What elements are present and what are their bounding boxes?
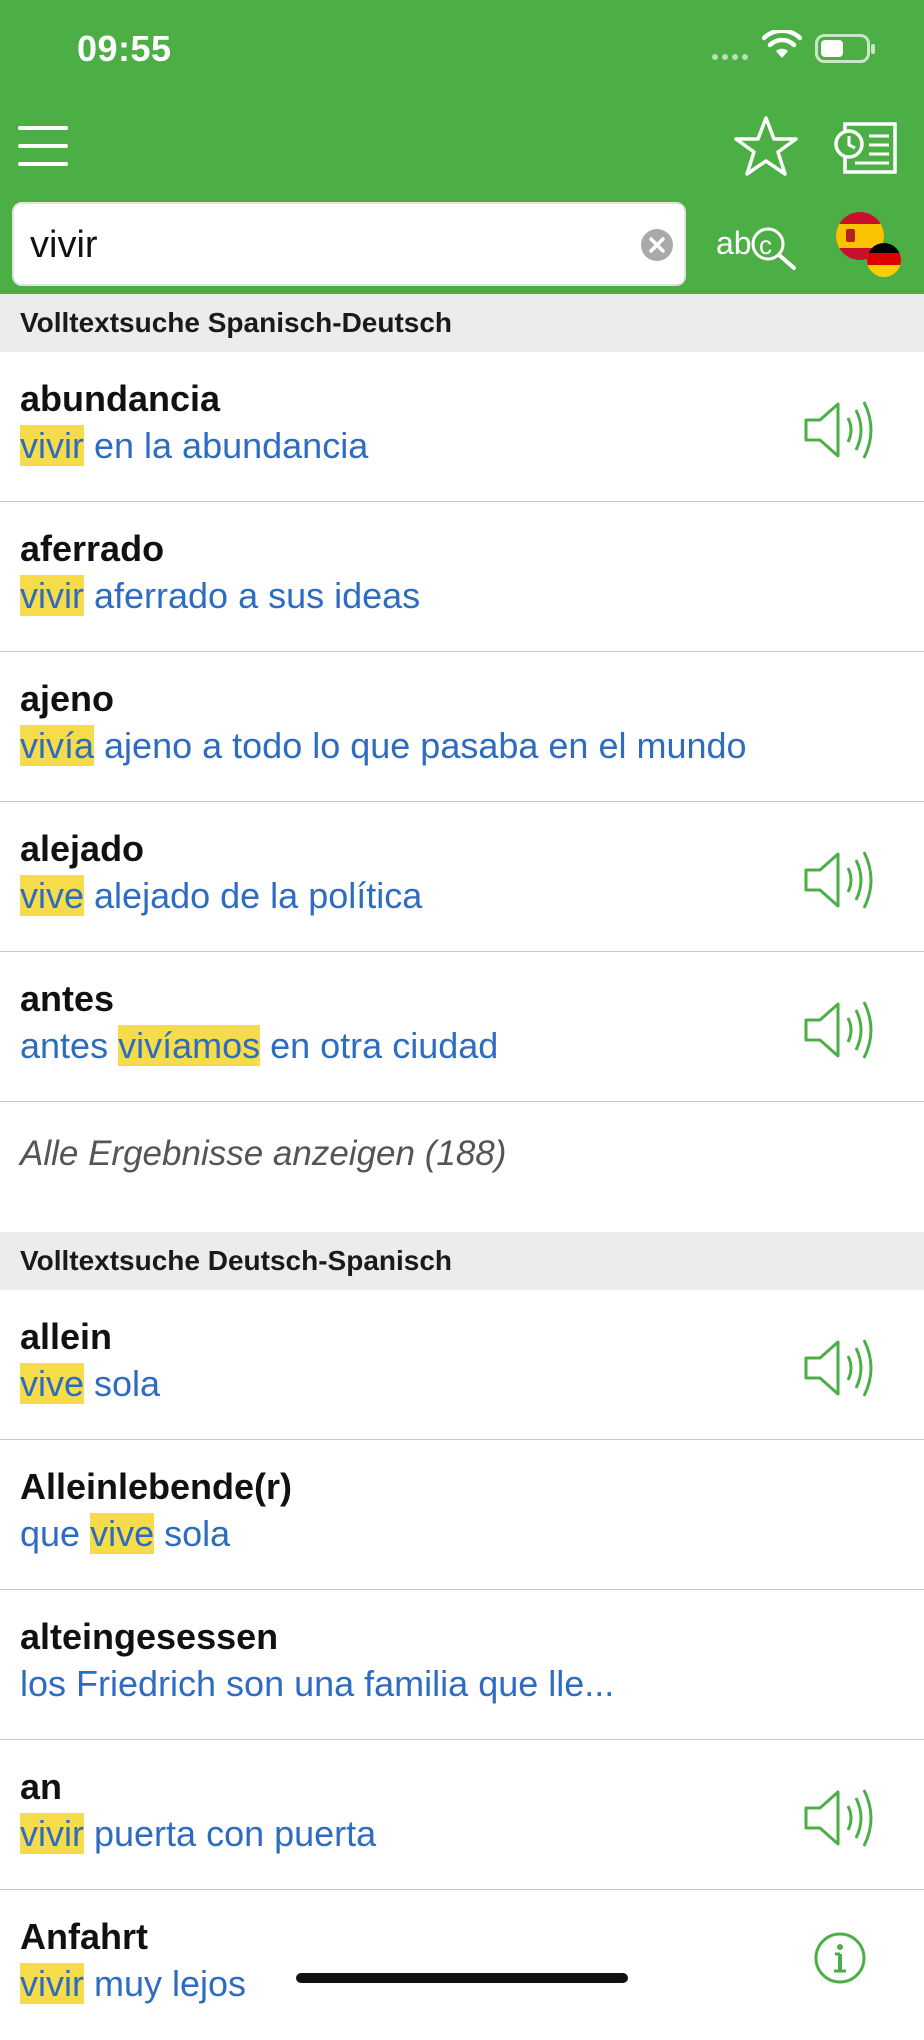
speaker-icon[interactable] [802, 1786, 874, 1850]
example-text: vivir puerta con puerta [20, 1813, 377, 1854]
abc-search-icon[interactable]: ab c [716, 220, 798, 272]
example-text: vivir muy lejos [20, 1963, 247, 2004]
example-text: vivir aferrado a sus ideas [20, 575, 421, 616]
headword: alteingesessen [20, 1616, 279, 1657]
spain-germany-flag-icon[interactable] [834, 210, 904, 280]
list-item[interactable]: antes antes vivíamos en otra ciudad [0, 952, 924, 1102]
list-item[interactable]: ajeno vivía ajeno a todo lo que pasaba e… [0, 652, 924, 802]
speaker-icon[interactable] [802, 998, 874, 1062]
search-input[interactable] [28, 214, 622, 276]
example-text: los Friedrich son una familia que lle... [20, 1663, 615, 1704]
list-item[interactable]: allein vive sola [0, 1290, 924, 1440]
list-item[interactable]: aferrado vivir aferrado a sus ideas [0, 502, 924, 652]
headword: Anfahrt [20, 1916, 148, 1957]
info-icon[interactable] [812, 1930, 868, 1986]
headword: allein [20, 1316, 113, 1357]
example-text: vivir en la abundancia [20, 425, 369, 466]
headword: Alleinlebende(r) [20, 1466, 293, 1507]
speaker-icon[interactable] [802, 848, 874, 912]
status-time: 09:55 [77, 28, 172, 69]
show-all-results-link[interactable]: Alle Ergebnisse anzeigen (188) [0, 1082, 924, 1232]
search-box[interactable] [12, 202, 686, 286]
list-item[interactable]: Alleinlebende(r) que vive sola [0, 1440, 924, 1590]
section-header-de-es: Volltextsuche Deutsch-Spanisch [0, 1232, 924, 1290]
cellular-signal-icon [712, 54, 748, 60]
list-item[interactable]: alteingesessen los Friedrich son una fam… [0, 1590, 924, 1740]
svg-text:c: c [759, 230, 772, 260]
headword: aferrado [20, 528, 165, 569]
example-text: vive sola [20, 1363, 161, 1404]
example-text: vivía ajeno a todo lo que pasaba en el m… [20, 725, 747, 766]
svg-text:ab: ab [716, 225, 752, 261]
app-header: 09:55 ab c [0, 0, 924, 294]
section-header-es-de: Volltextsuche Spanisch-Deutsch [0, 294, 924, 352]
headword: an [20, 1766, 63, 1807]
history-list-icon[interactable] [833, 118, 899, 178]
hamburger-icon [18, 126, 68, 130]
battery-icon [815, 34, 875, 63]
headword: ajeno [20, 678, 115, 719]
list-item[interactable]: alejado vive alejado de la política [0, 802, 924, 952]
clear-circle-icon[interactable] [640, 228, 674, 262]
speaker-icon[interactable] [802, 398, 874, 462]
show-all-results-label: Alle Ergebnisse anzeigen (188) [20, 1134, 507, 1173]
home-indicator[interactable] [296, 1973, 628, 1983]
example-text: antes vivíamos en otra ciudad [20, 1025, 499, 1066]
headword: alejado [20, 828, 145, 869]
menu-button[interactable] [18, 124, 72, 168]
list-item[interactable]: abundancia vivir en la abundancia [0, 352, 924, 502]
headword: antes [20, 978, 115, 1019]
speaker-icon[interactable] [802, 1336, 874, 1400]
example-text: vive alejado de la política [20, 875, 423, 916]
favorites-star-icon[interactable] [733, 114, 799, 180]
list-item[interactable]: Anfahrt vivir muy lejos [0, 1890, 924, 2040]
list-item[interactable]: an vivir puerta con puerta [0, 1740, 924, 1890]
wifi-icon [762, 30, 802, 58]
example-text: que vive sola [20, 1513, 231, 1554]
headword: abundancia [20, 378, 221, 419]
